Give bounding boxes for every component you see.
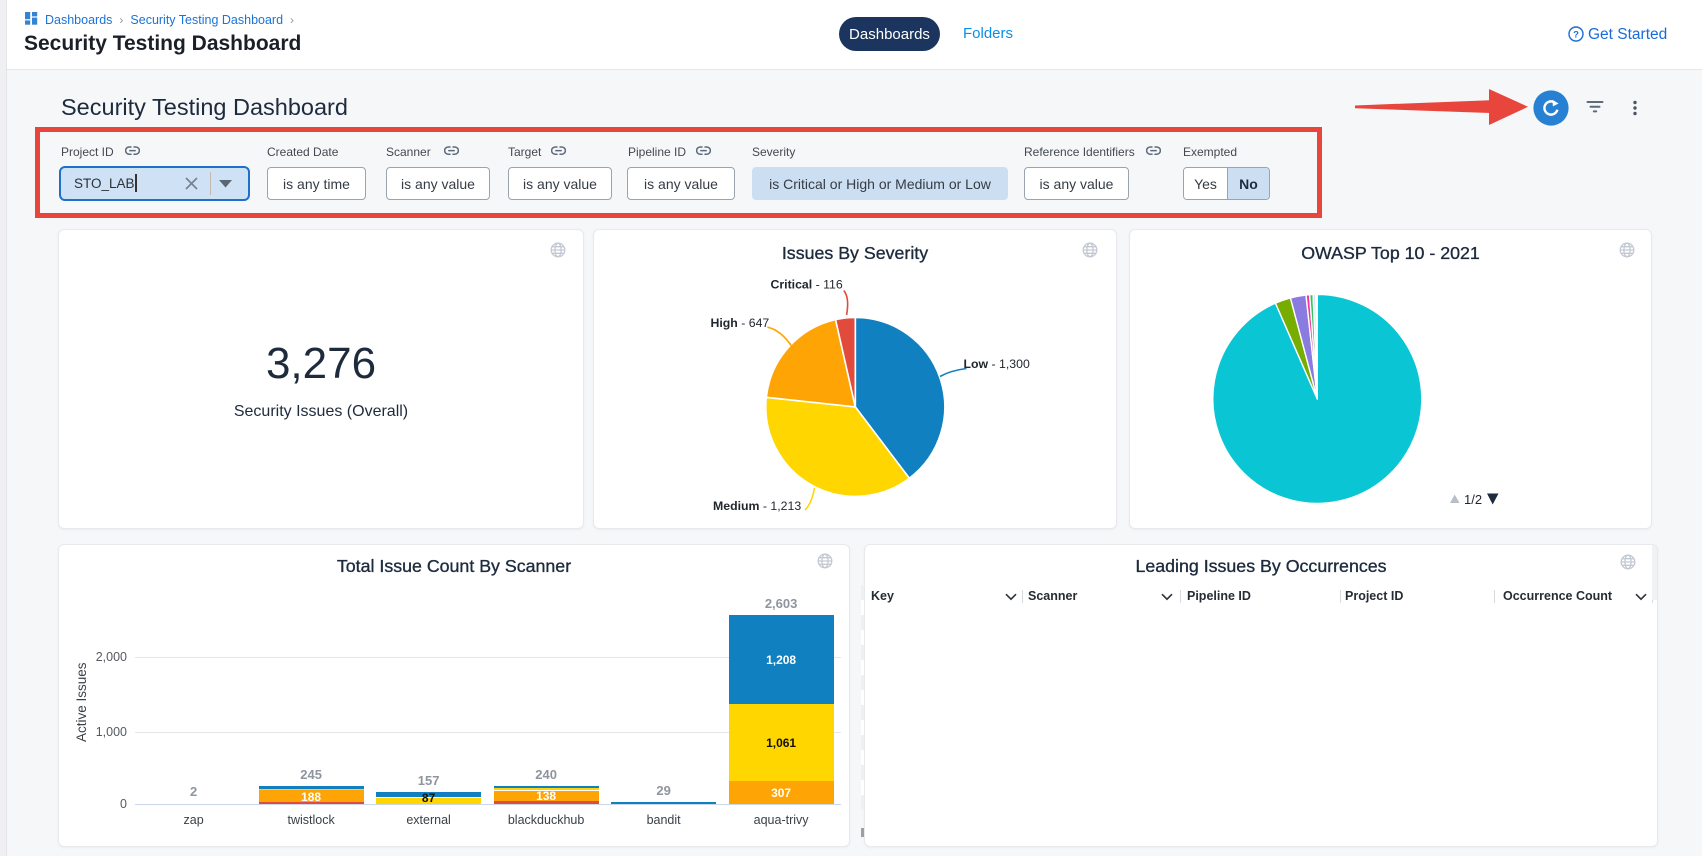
svg-text:High - 647: High - 647 [711,316,770,330]
svg-text:Low - 1,300: Low - 1,300 [964,357,1030,371]
svg-text:?: ? [1573,29,1579,40]
svg-text:1/2: 1/2 [1464,492,1482,507]
svg-text:Medium - 1,213: Medium - 1,213 [713,499,801,513]
svg-text:Critical - 116: Critical - 116 [771,278,843,292]
